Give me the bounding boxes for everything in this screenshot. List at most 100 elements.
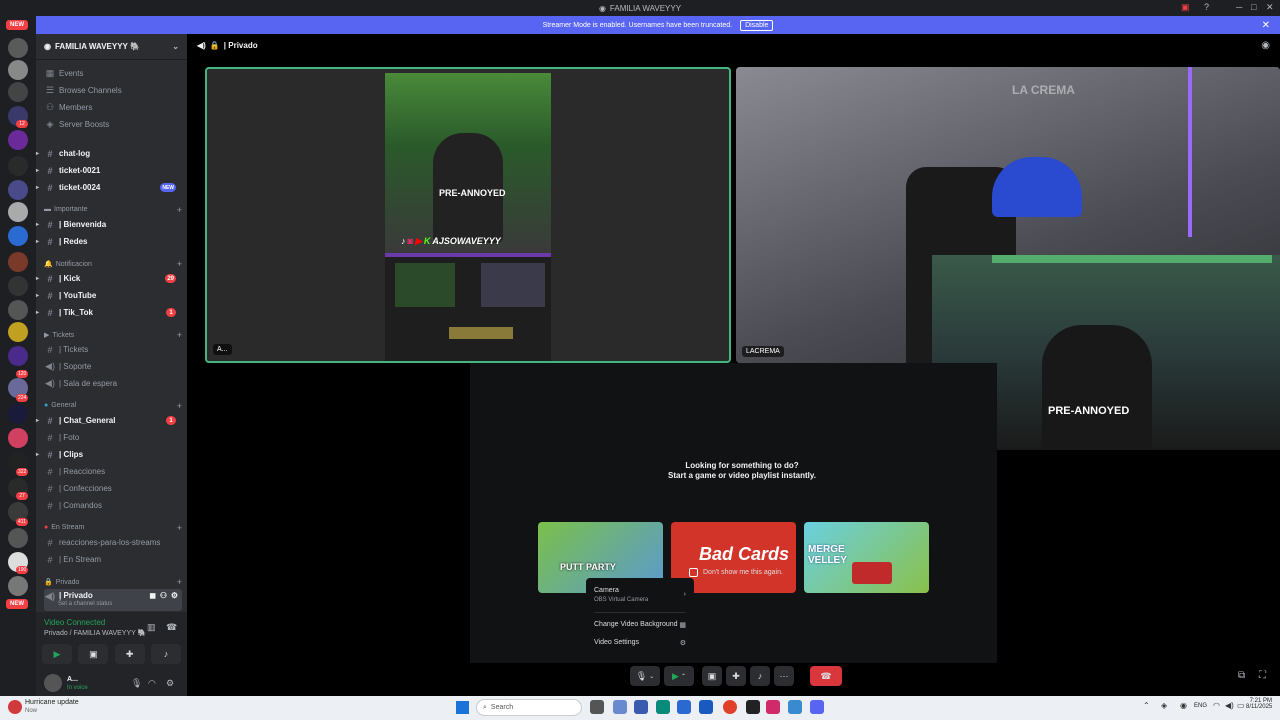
dont-show-row[interactable]: Don't show me this again. xyxy=(689,568,783,577)
app-icon[interactable] xyxy=(677,700,691,714)
add-channel-icon[interactable]: + xyxy=(177,205,182,215)
minimize-icon[interactable]: ─ xyxy=(1236,2,1242,12)
server-icon[interactable] xyxy=(8,300,28,320)
server-icon[interactable] xyxy=(8,60,28,80)
app-icon[interactable] xyxy=(746,700,760,714)
category-privado[interactable]: 🔒 Privado + xyxy=(44,577,182,587)
add-channel-icon[interactable]: + xyxy=(177,330,182,340)
channel-tickets[interactable]: # | Tickets xyxy=(44,342,182,357)
settings-gear-icon[interactable]: ⚙ xyxy=(166,678,174,689)
disconnect-button[interactable]: ☎ xyxy=(810,666,842,686)
channel-youtube[interactable]: ▸ # | YouTube xyxy=(36,288,182,303)
chrome-icon[interactable] xyxy=(723,700,737,714)
channel-privado-active[interactable]: ◀) | Privado ◼ ⚇ ⚙ Set a channel status xyxy=(44,589,182,611)
app-icon[interactable] xyxy=(634,700,648,714)
volume-icon[interactable]: ◀) xyxy=(1225,701,1234,710)
add-channel-icon[interactable]: + xyxy=(177,401,182,411)
inbox-icon[interactable]: ▣ xyxy=(1181,2,1190,13)
server-icon[interactable] xyxy=(8,404,28,424)
screenshare-button[interactable]: ▣ xyxy=(78,644,109,664)
server-icon[interactable] xyxy=(8,252,28,272)
category-tickets[interactable]: ▶ Tickets + xyxy=(44,330,182,340)
server-icon[interactable] xyxy=(8,528,28,548)
chat-icon[interactable]: ◼ xyxy=(149,591,156,600)
outlook-icon[interactable] xyxy=(699,700,713,714)
channel-reacciones-para-los-streams[interactable]: # reacciones-para-los-streams xyxy=(44,535,182,550)
members-item[interactable]: ⚇ Members xyxy=(44,100,182,115)
video-tile-a[interactable]: PRE-ANNOYED ♪ ◙ ▶ K AJSOWAVEYYY A... xyxy=(205,67,731,363)
server-icon[interactable] xyxy=(8,576,28,596)
camera-toggle-button[interactable]: ▶ ⌃ xyxy=(664,666,694,686)
edge-icon[interactable] xyxy=(656,700,670,714)
category-importante[interactable]: ▬ Importante + xyxy=(44,205,182,215)
more-button[interactable]: ··· xyxy=(774,666,794,686)
channel-bienvenida[interactable]: ▸ # | Bienvenida xyxy=(36,217,182,232)
maximize-icon[interactable]: □ xyxy=(1251,2,1256,12)
screenshare-button[interactable]: ▣ xyxy=(702,666,722,686)
game-merge-velley[interactable]: MERGE VELLEY xyxy=(804,522,929,593)
channel-comandos[interactable]: # | Comandos xyxy=(44,498,182,513)
add-channel-icon[interactable]: + xyxy=(177,523,182,533)
server-icon[interactable] xyxy=(8,322,28,342)
search-box[interactable]: ⌕ Search xyxy=(476,699,582,716)
browse-channels-item[interactable]: ☰ Browse Channels xyxy=(44,83,182,98)
close-window-icon[interactable]: ✕ xyxy=(1266,2,1274,13)
close-banner-icon[interactable]: ✕ xyxy=(1262,20,1270,31)
server-icon[interactable] xyxy=(8,180,28,200)
app-icon[interactable] xyxy=(613,700,627,714)
channel-sala-de-espera[interactable]: ◀) | Sala de espera xyxy=(44,376,182,391)
headphones-icon[interactable]: ◠ xyxy=(148,678,156,689)
soundboard-button[interactable]: ♪ xyxy=(150,644,181,664)
server-icon[interactable] xyxy=(8,346,28,366)
help-icon[interactable]: ? xyxy=(1204,2,1209,12)
popout-icon[interactable]: ⧉ xyxy=(1238,670,1245,681)
microphone-icon[interactable]: 🎙 xyxy=(131,678,142,689)
camera-item[interactable]: Camera › xyxy=(594,587,686,598)
channel-tik-tok[interactable]: ▸ # | Tik_Tok 1 xyxy=(36,305,182,320)
tray-chevron-icon[interactable]: ⌃ xyxy=(1143,701,1150,710)
task-view-icon[interactable] xyxy=(590,700,604,714)
channel-chat-log[interactable]: ▸ # chat-log xyxy=(36,146,182,161)
channel-confecciones[interactable]: # | Confecciones xyxy=(44,481,182,496)
channel-foto[interactable]: # | Foto xyxy=(44,430,182,445)
channel-en-stream[interactable]: # | En Stream xyxy=(44,552,182,567)
guild-header[interactable]: ◉ FAMILIA WAVEYYY 🐘 ⌄ xyxy=(36,34,187,60)
notification-title[interactable]: Hurricane update xyxy=(25,699,79,706)
server-icon[interactable] xyxy=(8,276,28,296)
channel-status[interactable]: Set a channel status xyxy=(58,601,112,607)
voice-location[interactable]: Privado / FAMILIA WAVEYYY 🐘 xyxy=(44,629,146,637)
gear-icon[interactable]: ⚙ xyxy=(171,591,178,600)
disconnect-icon[interactable]: ☎ xyxy=(166,622,177,633)
channel-clips[interactable]: ▸ # | Clips xyxy=(36,447,182,462)
activity-button[interactable]: ✚ xyxy=(726,666,746,686)
events-item[interactable]: ▦ Events xyxy=(44,66,182,81)
fullscreen-icon[interactable]: ⛶ xyxy=(1259,670,1266,681)
server-icon[interactable] xyxy=(8,130,28,150)
language-indicator[interactable]: ENG xyxy=(1194,703,1207,709)
channel-ticket-0021[interactable]: ▸ # ticket-0021 xyxy=(36,163,182,178)
channel-ticket-0024[interactable]: ▸ # ticket-0024 NEW xyxy=(36,180,182,195)
channel-redes[interactable]: ▸ # | Redes xyxy=(36,234,182,249)
server-boosts-item[interactable]: ◈ Server Boosts xyxy=(44,117,182,132)
weather-icon[interactable] xyxy=(8,700,22,714)
camera-button[interactable]: ▶ xyxy=(42,644,72,664)
tray-app-icon[interactable]: ◉ xyxy=(1180,701,1187,710)
server-icon[interactable] xyxy=(8,156,28,176)
add-channel-icon[interactable]: + xyxy=(177,259,182,269)
avatar[interactable] xyxy=(44,674,62,692)
app-icon[interactable] xyxy=(788,700,802,714)
soundboard-button[interactable]: ♪ xyxy=(750,666,770,686)
chat-toggle-icon[interactable]: ◉ xyxy=(1261,40,1270,51)
tray-app-icon[interactable]: ◈ xyxy=(1161,701,1167,710)
windows-start-icon[interactable] xyxy=(456,701,469,714)
mute-button[interactable]: 🎙 ⌄ xyxy=(630,666,660,686)
wifi-icon[interactable]: ◠ xyxy=(1213,701,1220,710)
discord-taskbar-icon[interactable] xyxy=(810,700,824,714)
signal-icon[interactable]: ▥ xyxy=(147,622,156,633)
clock[interactable]: 7:21 PM 8/11/2025 xyxy=(1246,698,1272,710)
channel-soporte[interactable]: ◀) | Soporte xyxy=(44,359,182,374)
battery-icon[interactable]: ▭ xyxy=(1237,701,1245,710)
video-settings-item[interactable]: Video Settings ⚙ xyxy=(594,639,686,647)
server-icon[interactable] xyxy=(8,202,28,222)
activity-button[interactable]: ✚ xyxy=(114,644,145,664)
